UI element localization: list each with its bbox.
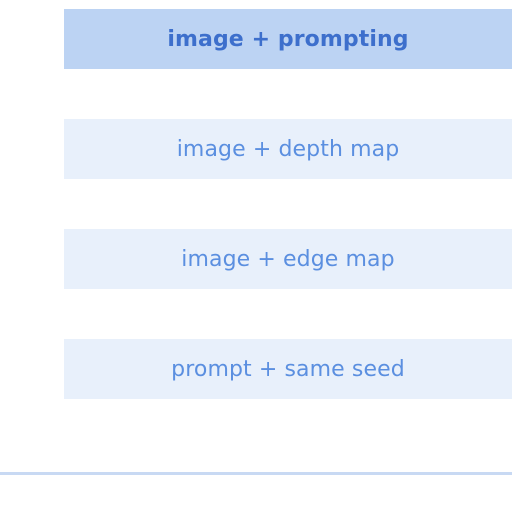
mode-option-prompt-same-seed[interactable]: prompt + same seed [64, 339, 512, 399]
mode-option-label: image + edge map [181, 246, 395, 272]
mode-selector-panel: image + prompting image + depth map imag… [0, 0, 512, 512]
mode-option-label: image + prompting [167, 26, 409, 52]
mode-option-label: prompt + same seed [171, 356, 405, 382]
bottom-divider [0, 472, 512, 475]
mode-option-image-depth-map[interactable]: image + depth map [64, 119, 512, 179]
mode-option-list: image + prompting image + depth map imag… [64, 9, 512, 399]
mode-option-image-prompting[interactable]: image + prompting [64, 9, 512, 69]
mode-option-image-edge-map[interactable]: image + edge map [64, 229, 512, 289]
mode-option-label: image + depth map [176, 136, 400, 162]
